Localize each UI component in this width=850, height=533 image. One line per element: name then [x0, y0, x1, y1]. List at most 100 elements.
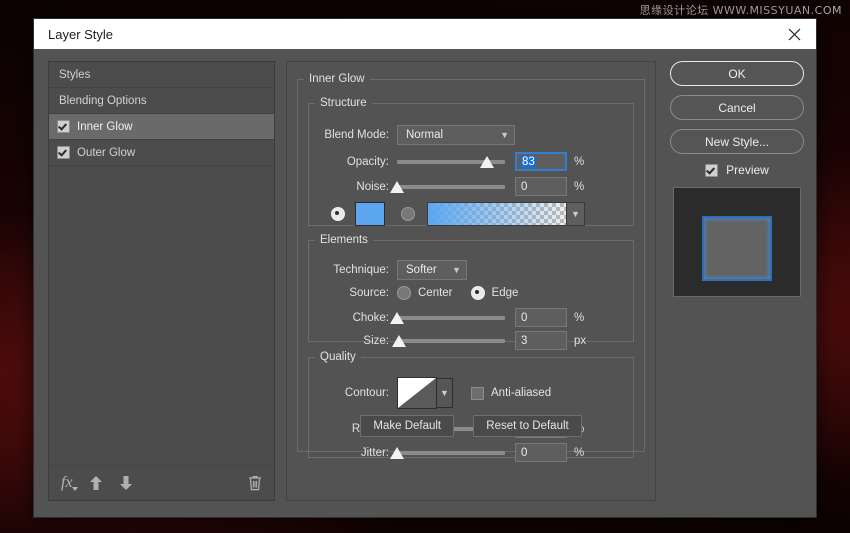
glow-color-swatch[interactable] [355, 202, 385, 226]
outer-glow-checkbox[interactable] [57, 146, 70, 159]
gradient-picker-chevron-down-icon[interactable]: ▼ [567, 202, 585, 226]
source-center-radio[interactable] [397, 286, 411, 300]
blend-mode-row: Blend Mode: Normal ▼ [309, 125, 625, 145]
sidebar-item-inner-glow[interactable]: Inner Glow [49, 114, 274, 140]
opacity-value: 83 [521, 156, 536, 168]
inner-glow-group: Inner Glow Structure Blend Mode: Normal … [297, 73, 645, 452]
structure-group: Structure Blend Mode: Normal ▼ Opacity: [308, 97, 634, 226]
elements-group-title: Elements [315, 234, 373, 246]
styles-panel: Styles Blending Options Inner Glow Outer… [48, 61, 275, 501]
slider-track [397, 339, 505, 343]
technique-select[interactable]: Softer ▼ [397, 260, 467, 280]
anti-aliased-box [471, 387, 484, 400]
preview-label: Preview [726, 163, 769, 177]
make-default-button[interactable]: Make Default [360, 415, 454, 437]
inner-glow-group-title: Inner Glow [304, 73, 370, 85]
jitter-slider[interactable] [397, 446, 505, 460]
noise-slider[interactable] [397, 180, 505, 194]
preview-checkbox[interactable] [705, 164, 718, 177]
contour-row: Contour: ▼ Anti-aliased [309, 377, 625, 409]
size-unit: px [574, 335, 586, 347]
jitter-unit: % [574, 447, 584, 459]
chevron-down-icon: ▼ [500, 131, 509, 140]
fill-gradient-radio[interactable] [401, 207, 415, 221]
technique-value: Softer [406, 264, 437, 276]
anti-aliased-checkbox[interactable]: Anti-aliased [471, 387, 551, 400]
source-edge-radio[interactable] [471, 286, 485, 300]
inner-glow-checkbox[interactable] [57, 120, 70, 133]
move-down-icon[interactable] [119, 475, 133, 491]
jitter-input[interactable]: 0 [515, 443, 567, 462]
jitter-row: Jitter: 0 % [309, 443, 625, 462]
opacity-slider[interactable] [397, 155, 505, 169]
noise-input[interactable]: 0 [515, 177, 567, 196]
jitter-value: 0 [521, 447, 527, 459]
opacity-input[interactable]: 83 [515, 152, 567, 171]
slider-thumb[interactable] [390, 312, 404, 324]
new-style-button[interactable]: New Style... [670, 129, 804, 154]
choke-value: 0 [521, 312, 527, 324]
jitter-label: Jitter: [309, 447, 397, 459]
source-center-label: Center [418, 287, 453, 299]
delete-icon[interactable] [248, 475, 262, 491]
blend-mode-label: Blend Mode: [309, 129, 397, 141]
slider-thumb[interactable] [390, 447, 404, 459]
sidebar-item-outer-glow[interactable]: Outer Glow [49, 140, 274, 166]
size-value: 3 [521, 335, 527, 347]
fx-icon[interactable]: fx [61, 475, 73, 491]
sidebar-item-styles[interactable]: Styles [49, 62, 274, 88]
move-up-icon[interactable] [89, 475, 103, 491]
fill-type-row: ▼ [331, 202, 625, 226]
preview-shape [702, 216, 772, 281]
noise-row: Noise: 0 % [309, 177, 625, 196]
noise-unit: % [574, 181, 584, 193]
contour-chevron-down-icon[interactable]: ▼ [437, 378, 453, 408]
noise-label: Noise: [309, 181, 397, 193]
dialog-titlebar: Layer Style [34, 19, 816, 49]
slider-thumb[interactable] [390, 181, 404, 193]
noise-value: 0 [521, 181, 527, 193]
styles-list: Styles Blending Options Inner Glow Outer… [49, 62, 274, 465]
sidebar-item-label: Outer Glow [77, 147, 135, 159]
cancel-button[interactable]: Cancel [670, 95, 804, 120]
size-input[interactable]: 3 [515, 331, 567, 350]
opacity-unit: % [574, 156, 584, 168]
technique-label: Technique: [309, 264, 397, 276]
dialog-title: Layer Style [48, 27, 113, 42]
close-icon[interactable] [772, 19, 816, 49]
default-buttons-row: Make Default Reset to Default [298, 415, 644, 437]
sidebar-item-label: Styles [59, 69, 90, 81]
structure-group-title: Structure [315, 97, 372, 109]
ok-button[interactable]: OK [670, 61, 804, 86]
size-label: Size: [309, 335, 397, 347]
slider-track [397, 451, 505, 455]
slider-thumb[interactable] [480, 156, 494, 168]
sidebar-item-label: Inner Glow [77, 121, 133, 133]
sidebar-item-label: Blending Options [59, 95, 147, 107]
contour-curve-graphic [398, 378, 436, 408]
opacity-row: Opacity: 83 % [309, 152, 625, 171]
size-row: Size: 3 px [309, 331, 625, 350]
choke-input[interactable]: 0 [515, 308, 567, 327]
quality-group-title: Quality [315, 351, 361, 363]
contour-preview[interactable] [397, 377, 437, 409]
blend-mode-select[interactable]: Normal ▼ [397, 125, 515, 145]
fill-color-radio[interactable] [331, 207, 345, 221]
choke-slider[interactable] [397, 311, 505, 325]
chevron-down-icon: ▼ [452, 266, 461, 275]
slider-thumb[interactable] [392, 335, 406, 347]
quality-group: Quality Contour: ▼ Anti-aliased R [308, 351, 634, 458]
elements-group: Elements Technique: Softer ▼ Source: Cen… [308, 234, 634, 342]
gradient-fill [428, 203, 566, 225]
size-slider[interactable] [397, 334, 505, 348]
effect-settings-panel: Inner Glow Structure Blend Mode: Normal … [286, 61, 656, 501]
dialog-actions-panel: OK Cancel New Style... Preview [670, 61, 804, 297]
glow-gradient-preview[interactable] [427, 202, 567, 226]
preview-thumbnail [673, 187, 801, 297]
opacity-label: Opacity: [309, 156, 397, 168]
preview-toggle[interactable]: Preview [670, 163, 804, 177]
sidebar-item-blending-options[interactable]: Blending Options [49, 88, 274, 114]
slider-track [397, 316, 505, 320]
styles-footer-toolbar: fx [49, 465, 274, 500]
reset-to-default-button[interactable]: Reset to Default [473, 415, 581, 437]
